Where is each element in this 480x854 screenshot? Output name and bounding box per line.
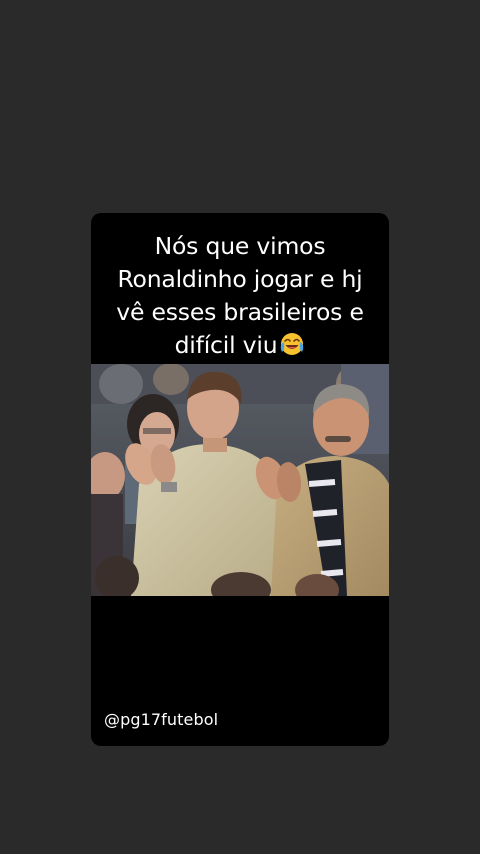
caption-line-2: Ronaldinho jogar e hj: [117, 265, 363, 293]
crowd-scene-image: [91, 364, 389, 596]
story-screen: Nós que vimos Ronaldinho jogar e hj vê e…: [0, 0, 480, 854]
caption-line-4: difícil viu: [91, 329, 389, 362]
caption-line-3: vê esses brasileiros e: [116, 298, 364, 326]
caption-line-1: Nós que vimos: [154, 232, 326, 260]
post-card[interactable]: Nós que vimos Ronaldinho jogar e hj vê e…: [91, 213, 389, 746]
video-frame[interactable]: [91, 364, 389, 596]
face-with-tears-of-joy-icon: [281, 333, 304, 355]
caption-line-4-text: difícil viu: [174, 331, 278, 359]
username-handle[interactable]: @pg17futebol: [104, 710, 218, 729]
post-caption: Nós que vimos Ronaldinho jogar e hj vê e…: [91, 230, 389, 362]
